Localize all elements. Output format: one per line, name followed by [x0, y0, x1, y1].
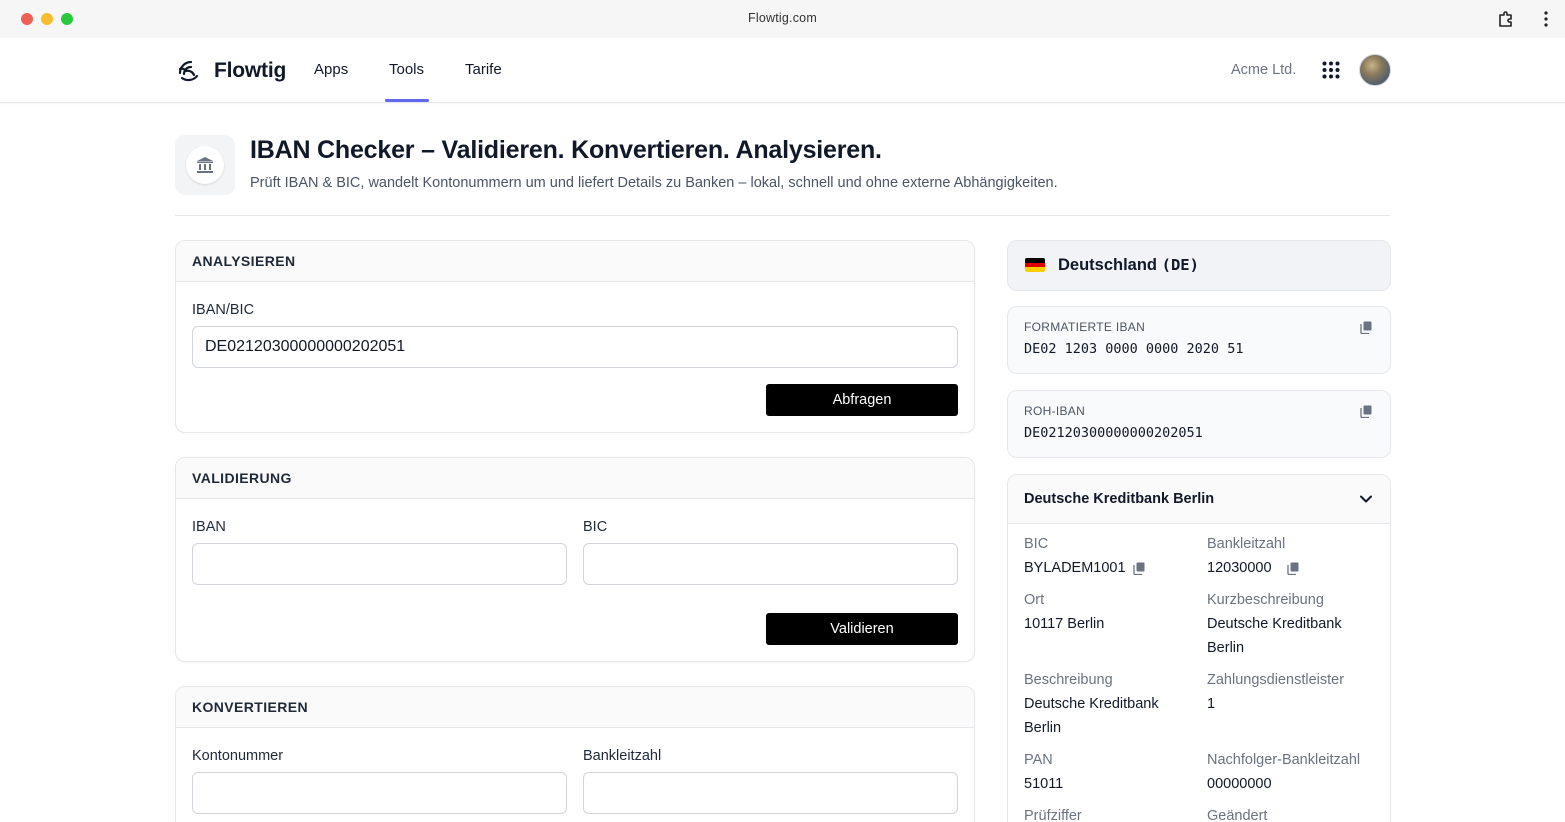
- address-bar[interactable]: Flowtig.com: [0, 11, 1565, 25]
- geaendert-field-label: Geändert: [1207, 808, 1268, 822]
- kurzbeschreibung-field-label: Kurzbeschreibung: [1207, 592, 1324, 608]
- germany-flag-icon: [1025, 258, 1045, 272]
- pan-field-label: PAN: [1024, 752, 1053, 768]
- bankleitzahl-input[interactable]: [583, 772, 958, 814]
- bic-input[interactable]: [583, 543, 958, 585]
- nachfolger-field-label: Nachfolger-Bankleitzahl: [1207, 752, 1361, 768]
- copy-icon[interactable]: [1287, 562, 1299, 575]
- top-navigation: Flowtig Apps Tools Tarife Acme Ltd.: [0, 38, 1565, 103]
- pan-field-value: 51011: [1024, 776, 1064, 792]
- page-title: IBAN Checker – Validieren. Konvertieren.…: [250, 136, 882, 164]
- zahlungsdienstleister-field-value: 1: [1207, 696, 1216, 712]
- ort-field-value: 10117 Berlin: [1024, 616, 1105, 632]
- beschreibung-field-value: Deutsche Kreditbank Berlin: [1024, 696, 1159, 736]
- raw-iban-box: ROH-IBAN DE02120300000000202051: [1007, 390, 1391, 458]
- company-name[interactable]: Acme Ltd.: [1231, 62, 1296, 78]
- logo[interactable]: Flowtig: [176, 57, 286, 85]
- logo-text: Flowtig: [214, 59, 287, 82]
- raw-iban-label: ROH-IBAN: [1024, 404, 1086, 418]
- kurzbeschreibung-field-value: Deutsche Kreditbank Berlin: [1207, 616, 1342, 656]
- browser-chrome: Flowtig.com: [0, 0, 1565, 38]
- validation-heading: VALIDIERUNG: [176, 458, 974, 499]
- pruefziffer-field-label: Prüfziffer: [1024, 808, 1082, 822]
- country-card: Deutschland (DE): [1007, 240, 1391, 291]
- copy-icon[interactable]: [1133, 562, 1145, 575]
- bic-field-value: BYLADEM1001: [1024, 560, 1126, 576]
- analyse-card: ANALYSIEREN IBAN/BIC Abfragen: [175, 240, 975, 433]
- nav-item-tools[interactable]: Tools: [389, 61, 424, 78]
- iban-bic-input[interactable]: [192, 326, 958, 368]
- iban-bic-label: IBAN/BIC: [192, 302, 255, 318]
- chevron-down-icon[interactable]: [1358, 493, 1374, 505]
- country-name: Deutschland (DE): [1058, 256, 1199, 274]
- page-subtitle: Prüft IBAN & BIC, wandelt Kontonummern u…: [250, 175, 1058, 191]
- blz-field-label: Bankleitzahl: [1207, 536, 1286, 552]
- apps-grid-icon[interactable]: [1322, 61, 1340, 79]
- country-code: (DE): [1161, 256, 1199, 274]
- copy-icon[interactable]: [1360, 405, 1372, 418]
- user-avatar[interactable]: [1359, 54, 1391, 86]
- flowtig-logo-icon: [178, 60, 199, 82]
- bankleitzahl-label: Bankleitzahl: [583, 748, 662, 764]
- formatted-iban-label: FORMATIERTE IBAN: [1024, 320, 1146, 334]
- page-icon: [175, 135, 235, 195]
- iban-input[interactable]: [192, 543, 567, 585]
- nachfolger-field-value: 00000000: [1207, 776, 1272, 792]
- validation-card: VALIDIERUNG IBAN BIC Validieren: [175, 457, 975, 662]
- analyse-heading: ANALYSIEREN: [176, 241, 974, 282]
- active-tab-indicator: [385, 99, 429, 102]
- kontonummer-label: Kontonummer: [192, 748, 284, 764]
- bic-label: BIC: [583, 519, 608, 535]
- extensions-icon[interactable]: [1497, 10, 1515, 28]
- iban-label: IBAN: [192, 519, 226, 535]
- bank-details-header[interactable]: Deutsche Kreditbank Berlin: [1008, 475, 1390, 524]
- bank-name: Deutsche Kreditbank Berlin: [1024, 491, 1215, 507]
- ort-field-label: Ort: [1024, 592, 1045, 608]
- nav-item-tarife[interactable]: Tarife: [465, 61, 502, 78]
- abfragen-button[interactable]: Abfragen: [766, 384, 958, 416]
- bank-details-card: Deutsche Kreditbank Berlin BIC BYLADEM10…: [1007, 474, 1391, 822]
- convert-card: KONVERTIEREN Kontonummer Bankleitzahl: [175, 686, 975, 822]
- beschreibung-field-label: Beschreibung: [1024, 672, 1113, 688]
- raw-iban-value: DE02120300000000202051: [1024, 425, 1203, 441]
- kontonummer-input[interactable]: [192, 772, 567, 814]
- zahlungsdienstleister-field-label: Zahlungsdienstleister: [1207, 672, 1345, 688]
- bic-field-label: BIC: [1024, 536, 1049, 552]
- nav-item-apps[interactable]: Apps: [314, 61, 348, 78]
- bank-icon: [197, 157, 213, 173]
- header-divider: [175, 215, 1390, 216]
- validieren-button[interactable]: Validieren: [766, 613, 958, 645]
- blz-field-value: 12030000: [1207, 560, 1272, 576]
- formatted-iban-box: FORMATIERTE IBAN DE02 1203 0000 0000 202…: [1007, 306, 1391, 374]
- formatted-iban-value: DE02 1203 0000 0000 2020 51: [1024, 341, 1244, 357]
- copy-icon[interactable]: [1360, 321, 1372, 334]
- convert-heading: KONVERTIEREN: [176, 687, 974, 728]
- kebab-menu-icon[interactable]: [1540, 10, 1552, 28]
